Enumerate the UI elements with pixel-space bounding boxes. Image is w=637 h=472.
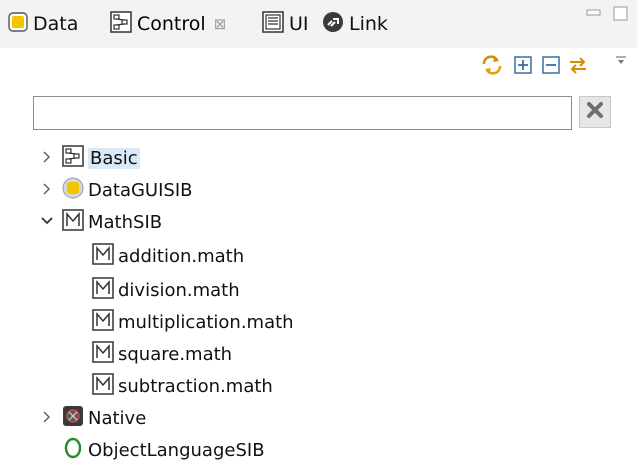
view-tab-bar: Data Control ⊠ UI Link — [0, 0, 637, 48]
chevron-right-icon[interactable] — [40, 408, 54, 429]
tree-item-math-file[interactable]: addition.math — [92, 242, 244, 270]
tree-item-math-file[interactable]: subtraction.math — [92, 372, 273, 400]
tree-item-label: division.math — [118, 279, 240, 301]
clear-icon — [585, 100, 605, 124]
chevron-right-icon[interactable] — [40, 180, 54, 201]
tab-ui-label: UI — [289, 13, 309, 35]
control-icon — [62, 144, 84, 172]
chevron-down-icon[interactable] — [40, 212, 54, 233]
filter-input[interactable] — [33, 96, 572, 130]
maximize-icon[interactable] — [613, 6, 629, 26]
tree-item-label: ObjectLanguageSIB — [88, 439, 265, 461]
tab-ui[interactable]: UI — [262, 8, 309, 40]
tree-item-label: subtraction.math — [118, 375, 273, 397]
math-icon — [92, 276, 114, 304]
tab-link[interactable]: Link — [322, 8, 388, 40]
math-icon — [92, 372, 114, 400]
tree-item-math-file[interactable]: multiplication.math — [92, 308, 294, 336]
tree-item-mathsib[interactable]: MathSIB — [40, 208, 162, 236]
tree-item-basic[interactable]: Basic — [40, 144, 140, 172]
tree-item-math-file[interactable]: square.math — [92, 340, 232, 368]
sync-icon[interactable] — [481, 54, 503, 76]
close-icon[interactable]: ⊠ — [214, 15, 227, 33]
tree-item-objectlanguagesib[interactable]: ObjectLanguageSIB — [62, 436, 265, 464]
link-with-editor-icon[interactable] — [567, 54, 589, 76]
tree-item-label: square.math — [118, 343, 233, 365]
object-language-icon — [62, 437, 84, 464]
minimize-icon[interactable] — [586, 6, 602, 25]
tree-item-label: multiplication.math — [118, 311, 294, 333]
tree-item-label: MathSIB — [88, 211, 163, 233]
tree-item-label: addition.math — [118, 245, 245, 267]
tree-item-math-file[interactable]: division.math — [92, 276, 240, 304]
tab-control[interactable]: Control ⊠ — [110, 8, 226, 40]
math-icon — [92, 340, 114, 368]
link-icon — [322, 11, 344, 38]
tree-item-native[interactable]: Native — [40, 404, 146, 432]
tree-item-datagui[interactable]: DataGUISIB — [40, 176, 193, 204]
math-icon — [92, 242, 114, 270]
tab-control-label: Control — [137, 13, 206, 35]
chevron-right-icon[interactable] — [40, 148, 54, 169]
ui-icon — [262, 10, 284, 38]
collapse-all-icon[interactable] — [540, 54, 562, 76]
expand-all-icon[interactable] — [512, 54, 534, 76]
clear-filter-button[interactable] — [579, 96, 611, 128]
tree-item-label: DataGUISIB — [88, 179, 193, 201]
native-icon — [62, 405, 84, 432]
math-icon — [92, 308, 114, 336]
tab-data-label: Data — [33, 13, 79, 35]
math-icon — [62, 208, 84, 236]
control-icon — [110, 10, 132, 38]
tab-data[interactable]: Data — [8, 8, 78, 40]
tree-item-label: Basic — [88, 147, 140, 169]
tab-link-label: Link — [349, 13, 388, 35]
data-icon — [8, 11, 28, 37]
tree-item-label: Native — [88, 407, 147, 429]
view-menu-icon[interactable] — [614, 52, 636, 74]
data-icon — [62, 177, 84, 204]
